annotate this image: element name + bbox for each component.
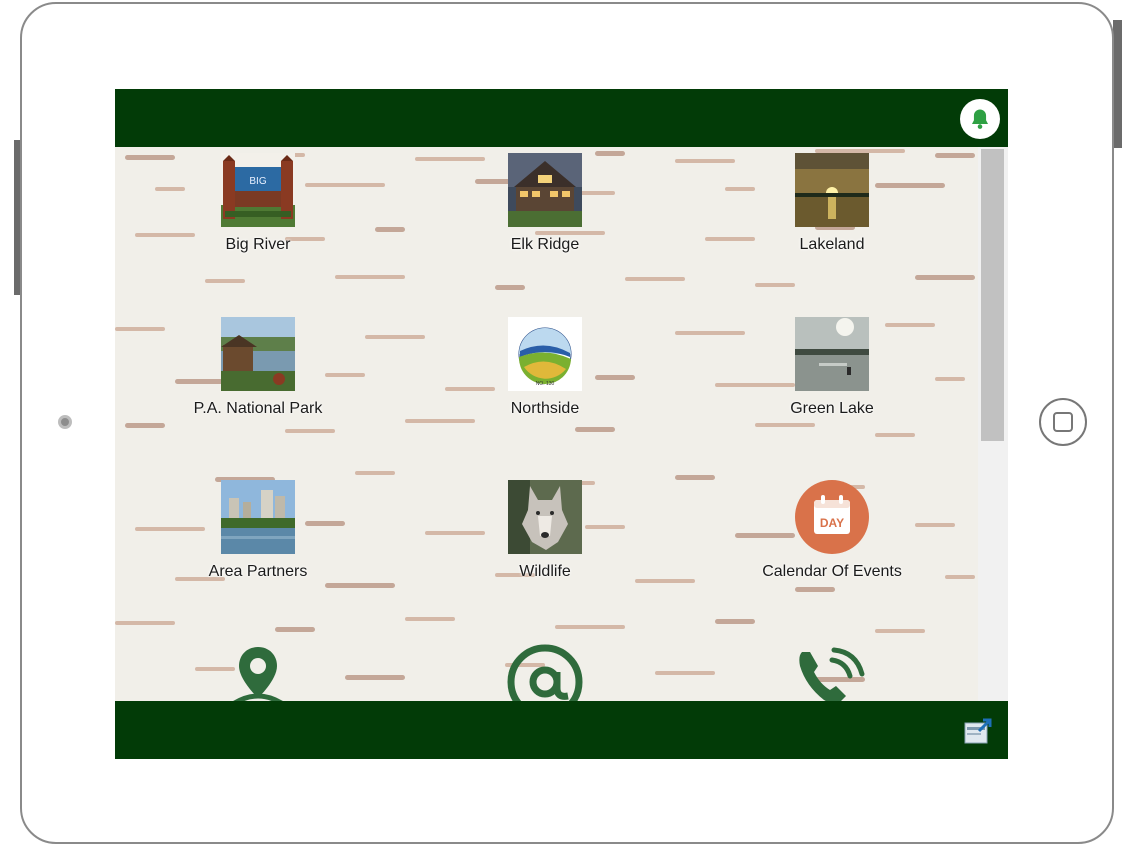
- app-screen: BIG Big River Elk Ridge Lakeland P.A. Na…: [115, 89, 1008, 759]
- tile-label: Northside: [510, 400, 580, 417]
- home-square-icon: [1053, 412, 1073, 432]
- notification-button[interactable]: [960, 99, 1000, 139]
- national-park-photo: [221, 317, 295, 391]
- share-icon[interactable]: [963, 715, 995, 747]
- svg-text:NO. 130: NO. 130: [536, 381, 555, 387]
- bark-streak: [285, 429, 335, 433]
- bark-streak: [555, 625, 625, 629]
- tile-pa-national-park[interactable]: P.A. National Park: [158, 317, 358, 418]
- svg-text:BIG: BIG: [249, 176, 266, 187]
- bark-streak: [675, 475, 715, 480]
- bark-streak: [405, 617, 455, 621]
- tile-label: Big River: [225, 236, 291, 253]
- bell-icon: [971, 109, 989, 129]
- email-at-icon: [507, 644, 583, 701]
- map-pin-icon: [233, 647, 283, 701]
- tile-label: Wildlife: [519, 563, 571, 580]
- bark-streak: [935, 153, 975, 158]
- bark-streak: [335, 275, 405, 279]
- tile-label: Calendar Of Events: [762, 563, 902, 580]
- bark-streak: [945, 575, 975, 579]
- wildlife-wolf-photo: [508, 480, 582, 554]
- bark-streak: [345, 675, 405, 680]
- bark-streak: [795, 587, 835, 592]
- elk-ridge-lodge-photo: [508, 153, 582, 227]
- contact-phone[interactable]: [790, 642, 880, 701]
- bark-streak: [655, 671, 715, 675]
- tile-grid-area[interactable]: BIG Big River Elk Ridge Lakeland P.A. Na…: [115, 147, 1008, 701]
- bark-streak: [875, 433, 915, 437]
- background-window-edge: [1113, 20, 1122, 148]
- tile-green-lake[interactable]: Green Lake: [732, 317, 932, 418]
- tile-label: P.A. National Park: [193, 400, 323, 417]
- bark-streak: [365, 335, 425, 339]
- scrollbar-thumb[interactable]: [981, 149, 1004, 441]
- tile-label: Green Lake: [790, 400, 874, 417]
- tile-lakeland[interactable]: Lakeland: [732, 153, 932, 254]
- bark-streak: [375, 227, 405, 232]
- big-river-sign-photo: BIG: [221, 153, 295, 227]
- tile-label: Area Partners: [208, 563, 308, 580]
- tile-label: Elk Ridge: [510, 236, 580, 253]
- tile-area-partners[interactable]: Area Partners: [158, 480, 358, 581]
- top-bar: [115, 89, 1008, 147]
- green-lake-photo: [795, 317, 869, 391]
- tile-big-river[interactable]: BIG Big River: [158, 153, 358, 254]
- tile-elk-ridge[interactable]: Elk Ridge: [445, 153, 645, 254]
- bark-streak: [495, 285, 525, 290]
- bark-streak: [755, 423, 815, 427]
- calendar-day-icon: DAY: [795, 480, 869, 554]
- bark-streak: [325, 583, 395, 588]
- camera-icon: [58, 415, 72, 429]
- home-button[interactable]: [1039, 398, 1087, 446]
- tile-label: Lakeland: [799, 236, 865, 253]
- bark-streak: [915, 275, 975, 280]
- phone-icon: [799, 647, 865, 701]
- bottom-bar: [115, 701, 1008, 759]
- lakeland-sunset-photo: [795, 153, 869, 227]
- bark-streak: [755, 283, 795, 287]
- area-partners-skyline-photo: [221, 480, 295, 554]
- contact-email[interactable]: [500, 642, 590, 701]
- bark-streak: [935, 377, 965, 381]
- northside-logo: NO. 130: [508, 317, 582, 391]
- bark-streak: [875, 629, 925, 633]
- tile-calendar-of-events[interactable]: DAY Calendar Of Events: [732, 480, 932, 581]
- bark-streak: [355, 471, 395, 475]
- bark-streak: [625, 277, 685, 281]
- bark-streak: [575, 427, 615, 432]
- bark-streak: [715, 619, 755, 624]
- calendar-badge-text: DAY: [820, 516, 844, 530]
- bark-streak: [405, 419, 475, 423]
- tile-northside[interactable]: NO. 130 Northside: [445, 317, 645, 418]
- contact-location[interactable]: [213, 644, 303, 701]
- bark-streak: [275, 627, 315, 632]
- bark-streak: [115, 621, 175, 625]
- bark-streak: [675, 159, 735, 163]
- tile-wildlife[interactable]: Wildlife: [445, 480, 645, 581]
- bark-streak: [205, 279, 245, 283]
- bark-streak: [125, 423, 165, 428]
